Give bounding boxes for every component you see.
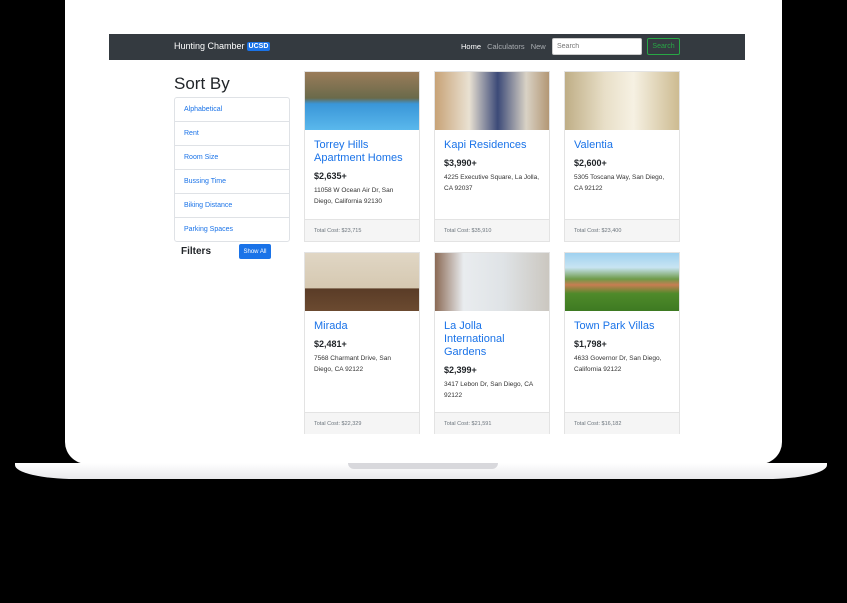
listing-price: $2,481+ <box>314 339 347 349</box>
listing-card[interactable]: Valentia $2,600+ 5305 Toscana Way, San D… <box>564 71 680 242</box>
sort-title: Sort By <box>174 74 230 93</box>
listing-photo[interactable] <box>435 72 549 130</box>
listing-photo[interactable] <box>565 253 679 311</box>
search-button[interactable]: Search <box>647 38 680 55</box>
listing-card[interactable]: Torrey Hills Apartment Homes $2,635+ 110… <box>304 71 420 242</box>
listing-card[interactable]: Mirada $2,481+ 7568 Charmant Drive, San … <box>304 252 420 434</box>
sort-option-parking-spaces[interactable]: Parking Spaces <box>175 218 289 241</box>
listing-title[interactable]: Town Park Villas <box>574 320 670 333</box>
listing-title[interactable]: Mirada <box>314 320 410 333</box>
listing-address: 5305 Toscana Way, San Diego, CA 92122 <box>574 174 665 192</box>
listing-address: 3417 Lebon Dr, San Diego, CA 92122 <box>444 381 533 399</box>
listing-card[interactable]: La Jolla International Gardens $2,399+ 3… <box>434 252 550 434</box>
listing-total-cost: Total Cost: $35,910 <box>435 219 549 241</box>
listing-title[interactable]: Torrey Hills Apartment Homes <box>314 139 410 165</box>
nav-links: Home Calculators New <box>461 42 550 51</box>
listing-title[interactable]: Kapi Residences <box>444 139 540 152</box>
listing-price: $2,635+ <box>314 171 347 181</box>
brand-badge: UCSD <box>246 42 271 51</box>
listing-photo[interactable] <box>305 72 419 130</box>
listing-price: $1,798+ <box>574 339 607 349</box>
sort-list: Alphabetical Rent Room Size Bussing Time… <box>174 97 290 242</box>
listing-total-cost: Total Cost: $23,400 <box>565 219 679 241</box>
listing-title[interactable]: La Jolla International Gardens <box>444 320 540 359</box>
listing-card[interactable]: Town Park Villas $1,798+ 4633 Governor D… <box>564 252 680 434</box>
listing-total-cost: Total Cost: $16,182 <box>565 412 679 434</box>
nav-link-new[interactable]: New <box>531 42 546 51</box>
listing-card[interactable]: Kapi Residences $3,990+ 4225 Executive S… <box>434 71 550 242</box>
listing-total-cost: Total Cost: $21,591 <box>435 412 549 434</box>
listing-address: 4225 Executive Square, La Jolla, CA 9203… <box>444 174 540 192</box>
sort-option-rent[interactable]: Rent <box>175 122 289 146</box>
nav-link-calculators[interactable]: Calculators <box>487 42 525 51</box>
listing-price: $2,399+ <box>444 365 477 375</box>
brand[interactable]: Hunting Chamber UCSD <box>174 41 271 51</box>
filters-label: Filters <box>181 246 212 257</box>
listing-address: 4633 Governor Dr, San Diego, California … <box>574 355 662 373</box>
browser-screen: Hunting Chamber UCSD Home Calculators New… <box>109 34 745 434</box>
listing-total-cost: Total Cost: $22,329 <box>305 412 419 434</box>
listing-address: 11058 W Ocean Air Dr, San Diego, Califor… <box>314 187 394 205</box>
listing-photo[interactable] <box>305 253 419 311</box>
brand-name[interactable]: Hunting Chamber <box>174 41 245 51</box>
listing-total-cost: Total Cost: $23,715 <box>305 219 419 241</box>
sort-option-bussing-time[interactable]: Bussing Time <box>175 170 289 194</box>
search-input[interactable] <box>552 38 642 55</box>
navbar: Hunting Chamber UCSD Home Calculators New… <box>109 34 745 60</box>
sort-option-biking-distance[interactable]: Biking Distance <box>175 194 289 218</box>
laptop-notch <box>348 463 498 469</box>
listing-price: $2,600+ <box>574 158 607 168</box>
listing-photo[interactable] <box>435 253 549 311</box>
show-all-button[interactable]: Show All <box>239 244 271 259</box>
listing-title[interactable]: Valentia <box>574 139 670 152</box>
listing-price: $3,990+ <box>444 158 477 168</box>
sort-option-room-size[interactable]: Room Size <box>175 146 289 170</box>
sort-option-alphabetical[interactable]: Alphabetical <box>175 98 289 122</box>
listing-address: 7568 Charmant Drive, San Diego, CA 92122 <box>314 355 391 373</box>
nav-link-home[interactable]: Home <box>461 42 481 51</box>
listing-photo[interactable] <box>565 72 679 130</box>
